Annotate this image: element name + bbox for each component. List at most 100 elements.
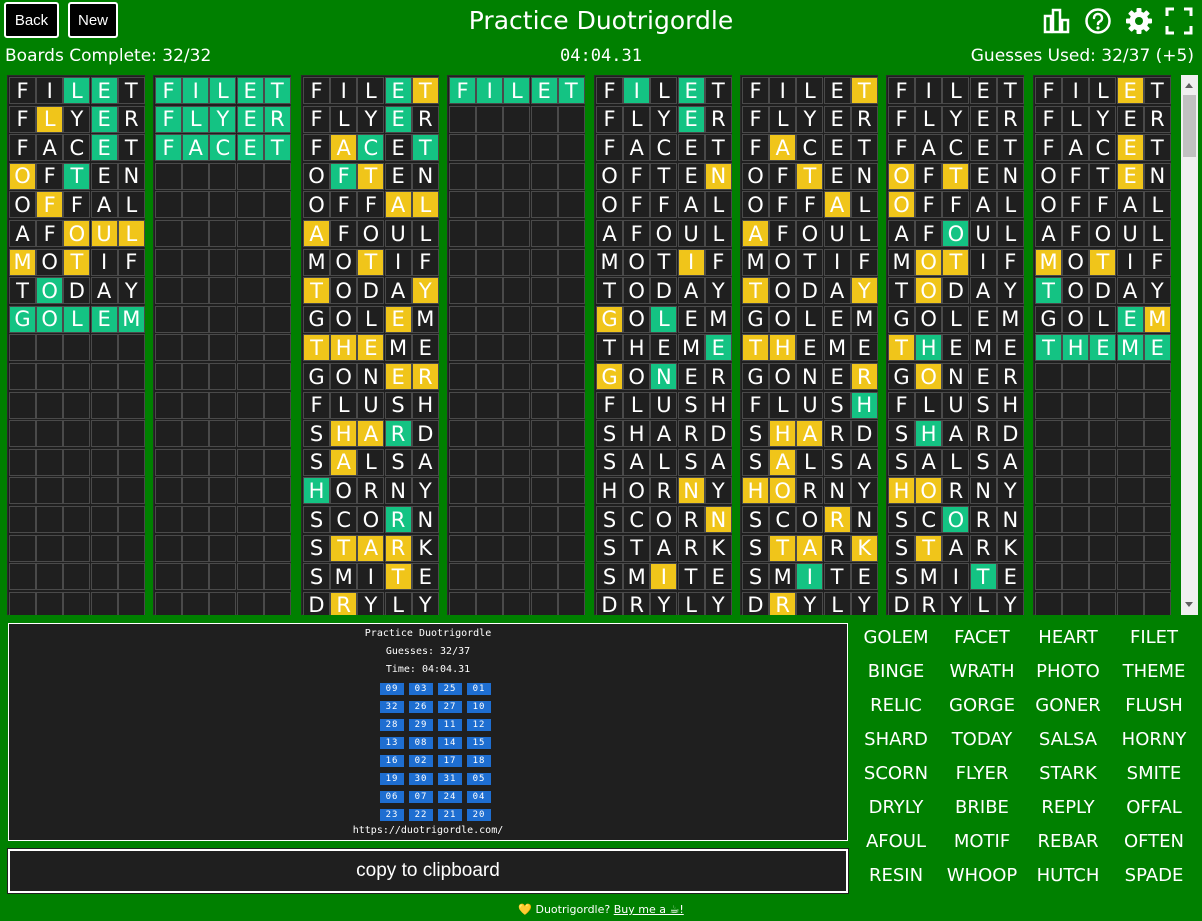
board-cell: F: [1062, 162, 1090, 190]
new-game-button[interactable]: New: [68, 2, 118, 38]
empty-cell: [9, 420, 36, 448]
board-cell: T: [888, 277, 915, 305]
back-button[interactable]: Back: [4, 2, 59, 38]
board-cell: N: [850, 162, 878, 190]
board-cell: I: [796, 563, 824, 591]
empty-cell: [530, 391, 558, 419]
board-cell: E: [996, 563, 1024, 591]
board-cell: F: [449, 77, 476, 104]
board-cell: E: [677, 162, 705, 190]
board-cell: E: [1116, 77, 1144, 104]
board-cell: S: [596, 563, 623, 591]
empty-cell: [476, 534, 504, 562]
board-cell: M: [1116, 334, 1144, 362]
scroll-up-arrow-icon[interactable]: [1185, 83, 1193, 88]
board-cell: E: [823, 105, 851, 133]
board-cell: F: [996, 248, 1024, 276]
empty-cell: [263, 591, 291, 615]
board-cell: I: [942, 563, 970, 591]
board-cell: F: [411, 248, 439, 276]
gear-icon[interactable]: [1124, 6, 1154, 36]
board-cell: O: [36, 277, 64, 305]
board-cell: A: [996, 448, 1024, 476]
scrollbar-thumb[interactable]: [1183, 95, 1196, 157]
empty-cell: [557, 363, 585, 390]
board-cell: Y: [411, 477, 439, 505]
empty-cell: [530, 506, 558, 533]
empty-cell: [557, 220, 585, 247]
boards-area[interactable]: FILETFLYERFACETOFTENOFFALAFOULMOTIFTODAY…: [7, 75, 1180, 615]
board-cell: T: [942, 162, 970, 190]
board-cell: L: [1062, 105, 1090, 133]
board-cell: O: [9, 191, 36, 219]
board-cell: A: [969, 277, 997, 305]
empty-cell: [1035, 477, 1062, 505]
board-cell: M: [677, 334, 705, 362]
empty-cell: [209, 420, 237, 448]
empty-cell: [117, 391, 145, 419]
board-cell: F: [36, 191, 64, 219]
share-grid-cell: 02: [409, 755, 433, 767]
board-cell: S: [742, 506, 769, 533]
empty-cell: [449, 191, 476, 219]
empty-cell: [182, 506, 210, 533]
empty-cell: [503, 220, 531, 247]
board-cell: T: [915, 534, 943, 562]
share-grid-cell: 32: [380, 701, 404, 713]
empty-cell: [9, 563, 36, 591]
empty-cell: [503, 534, 531, 562]
board-cell: D: [1089, 277, 1117, 305]
empty-cell: [1089, 477, 1117, 505]
board-cell: F: [303, 391, 330, 419]
board-cell: R: [823, 506, 851, 533]
target-word: MOTIF: [953, 831, 1011, 852]
scroll-down-arrow-icon[interactable]: [1185, 602, 1193, 607]
buy-me-coffee-link[interactable]: Buy me a ☕!: [614, 903, 684, 916]
board-cell: L: [769, 391, 797, 419]
board-cell: E: [411, 563, 439, 591]
board-cell: M: [823, 334, 851, 362]
board-cell: L: [796, 305, 824, 333]
board-cell: L: [915, 391, 943, 419]
board-cell: I: [969, 248, 997, 276]
board-cell: T: [996, 77, 1024, 104]
board-cell: Y: [796, 105, 824, 133]
board-cell: A: [677, 277, 705, 305]
share-title: Practice Duotrigordle: [364, 628, 492, 639]
board-cell: S: [969, 448, 997, 476]
empty-cell: [1089, 534, 1117, 562]
board-cell: O: [769, 305, 797, 333]
empty-cell: [263, 506, 291, 533]
boards-scrollbar[interactable]: [1181, 75, 1198, 615]
empty-cell: [503, 591, 531, 615]
empty-cell: [182, 305, 210, 333]
empty-cell: [557, 191, 585, 219]
fullscreen-icon[interactable]: [1164, 6, 1194, 36]
board-cell: O: [796, 506, 824, 533]
empty-cell: [1035, 591, 1062, 615]
empty-cell: [182, 591, 210, 615]
board-cell: H: [623, 334, 651, 362]
board-cell: T: [742, 277, 769, 305]
empty-cell: [449, 391, 476, 419]
board-cell: C: [769, 506, 797, 533]
board-cell: F: [303, 134, 330, 162]
board-cell: O: [796, 220, 824, 247]
bar-chart-icon[interactable]: [1042, 6, 1072, 36]
empty-cell: [449, 105, 476, 133]
board-cell: S: [742, 534, 769, 562]
board-cell: R: [263, 105, 291, 133]
board-cell: A: [796, 420, 824, 448]
board-cell: L: [704, 220, 732, 247]
copy-to-clipboard-button[interactable]: copy to clipboard: [7, 848, 849, 894]
board-cell: S: [596, 534, 623, 562]
empty-cell: [1143, 363, 1171, 390]
share-guesses: Guesses: 32/37: [385, 646, 471, 657]
help-icon[interactable]: [1083, 6, 1113, 36]
board-cell: H: [411, 391, 439, 419]
board-cell: E: [530, 77, 558, 104]
board-cell: N: [650, 363, 678, 390]
empty-cell: [1035, 563, 1062, 591]
board-cell: F: [1143, 248, 1171, 276]
board-cell: U: [969, 220, 997, 247]
